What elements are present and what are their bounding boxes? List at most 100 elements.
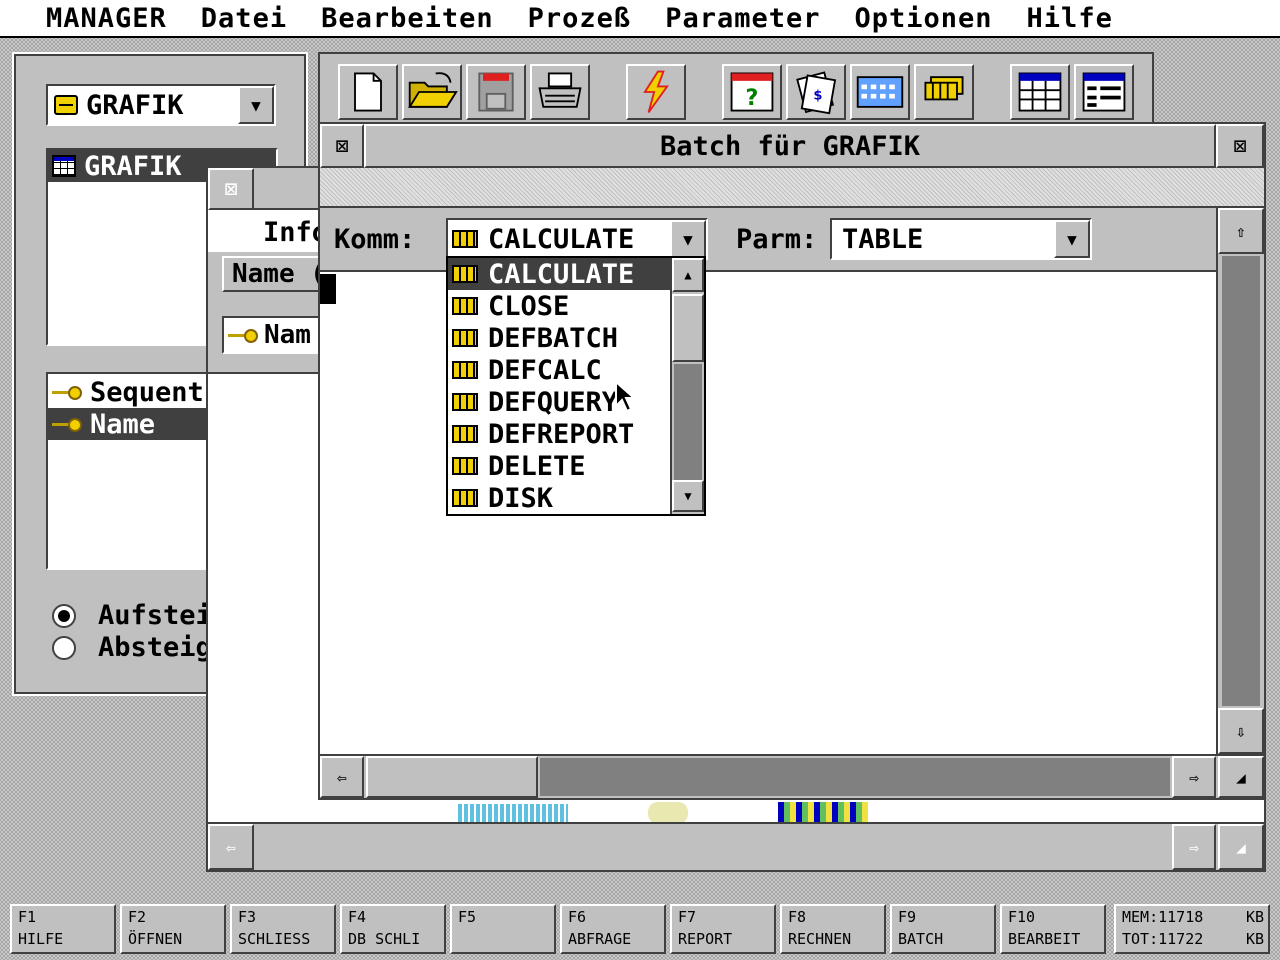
scroll-left-icon[interactable]: ⇦ — [320, 756, 364, 798]
parm-select[interactable]: TABLE ▼ — [830, 218, 1092, 260]
key-icon — [228, 329, 258, 343]
fkey-f9[interactable]: F9 BATCH — [890, 904, 996, 954]
fkey-f2[interactable]: F2 ÖFFNEN — [120, 904, 226, 954]
save-disk-icon — [478, 72, 514, 112]
fkey-f10[interactable]: F10 BEARBEIT — [1000, 904, 1106, 954]
command-item-calculate[interactable]: CALCULATE — [448, 258, 670, 290]
menu-datei[interactable]: Datei — [201, 3, 287, 34]
scroll-track[interactable] — [1222, 256, 1260, 706]
menu-bearbeiten[interactable]: Bearbeiten — [321, 3, 494, 34]
print-button[interactable] — [530, 64, 590, 120]
command-dropdown-list[interactable]: CALCULATE CLOSE DEFBATCH DEFCALC DEFQUER… — [446, 256, 706, 516]
command-item-label: DELETE — [488, 450, 586, 482]
new-button[interactable] — [338, 64, 398, 120]
batch-close-button[interactable]: ⊠ — [320, 124, 364, 168]
command-item-label: DEFBATCH — [488, 322, 619, 354]
radio-descending[interactable]: Absteig — [52, 632, 212, 663]
batch-vscrollbar[interactable]: ⇧ ⇩ — [1216, 208, 1264, 756]
radio-unselected-icon — [52, 635, 76, 660]
command-item-defreport[interactable]: DEFREPORT — [448, 418, 670, 450]
parm-select-value: TABLE — [842, 223, 924, 255]
open-button[interactable] — [402, 64, 462, 120]
fkey-f7[interactable]: F7 REPORT — [670, 904, 776, 954]
table-view-button[interactable] — [1010, 64, 1070, 120]
database-dropdown-button[interactable]: ▼ — [238, 86, 274, 124]
report-button[interactable]: $ — [786, 64, 846, 120]
svg-text:?: ? — [746, 85, 759, 111]
resize-grip-icon[interactable]: ◢ — [1218, 824, 1264, 870]
fkey-f8[interactable]: F8 RECHNEN — [780, 904, 886, 954]
scroll-right-icon[interactable]: ⇨ — [1172, 756, 1216, 798]
command-item-close[interactable]: CLOSE — [448, 290, 670, 322]
scroll-left-icon[interactable]: ⇦ — [208, 824, 254, 870]
batch-fullsize-button[interactable]: ⊠ — [1216, 124, 1264, 168]
command-item-delete[interactable]: DELETE — [448, 450, 670, 482]
info-close-button[interactable]: ⊠ — [208, 168, 254, 210]
info-key-label: Nam — [264, 320, 311, 350]
fkey-number: F7 — [678, 908, 697, 926]
menu-prozess[interactable]: Prozeß — [528, 3, 632, 34]
info-key-field[interactable]: Nam — [222, 316, 322, 354]
scroll-up-icon[interactable]: ▲ — [672, 258, 704, 292]
scroll-track[interactable] — [540, 758, 1170, 796]
scroll-up-icon[interactable]: ⇧ — [1218, 208, 1264, 254]
scroll-down-icon[interactable]: ⇩ — [1218, 708, 1264, 754]
fkey-number: F1 — [18, 908, 37, 926]
open-folder-icon — [408, 72, 458, 108]
table-icon — [52, 155, 76, 177]
batch-hscrollbar[interactable]: ⇦ ⇨ ◢ — [320, 754, 1264, 798]
command-item-defcalc[interactable]: DEFCALC — [448, 354, 670, 386]
resize-grip-icon[interactable]: ◢ — [1218, 756, 1264, 798]
menu-manager[interactable]: MANAGER — [46, 3, 167, 34]
komm-select[interactable]: CALCULATE ▼ — [446, 218, 708, 260]
menu-hilfe[interactable]: Hilfe — [1027, 3, 1113, 34]
batch-button[interactable] — [914, 64, 974, 120]
fkey-f1[interactable]: F1 HILFE — [10, 904, 116, 954]
fkey-f5[interactable]: F5 — [450, 904, 556, 954]
query-button[interactable]: ? — [722, 64, 782, 120]
command-item-label: DEFQUERY — [488, 386, 619, 418]
key-icon — [52, 418, 82, 432]
database-select[interactable]: GRAFIK ▼ — [46, 84, 276, 126]
command-list-scrollbar[interactable]: ▲ ▼ — [670, 258, 704, 514]
calculate-button[interactable] — [850, 64, 910, 120]
text-cursor — [320, 274, 336, 304]
parm-dropdown-button[interactable]: ▼ — [1054, 220, 1090, 258]
command-icon — [452, 457, 478, 475]
menu-parameter[interactable]: Parameter — [665, 3, 820, 34]
command-icon — [452, 425, 478, 443]
command-item-defbatch[interactable]: DEFBATCH — [448, 322, 670, 354]
komm-select-value: CALCULATE — [488, 223, 635, 255]
save-button[interactable] — [466, 64, 526, 120]
form-view-button[interactable] — [1074, 64, 1134, 120]
fkey-label: ABFRAGE — [568, 930, 632, 948]
database-select-value: GRAFIK — [86, 89, 184, 121]
batch-titlebar[interactable]: Batch für GRAFIK — [364, 124, 1216, 168]
fkey-number: F5 — [458, 908, 477, 926]
info-column-header[interactable]: Name ( — [222, 256, 326, 292]
info-hscrollbar[interactable]: ⇦ ⇨ ◢ — [208, 822, 1264, 870]
scroll-track[interactable] — [674, 364, 702, 480]
radio-descending-label: Absteig — [98, 632, 212, 663]
scroll-thumb[interactable] — [366, 756, 538, 798]
command-item-label: DISK — [488, 482, 554, 514]
scroll-right-icon[interactable]: ⇨ — [1172, 824, 1216, 870]
radio-ascending[interactable]: Aufstei — [52, 600, 212, 631]
command-item-disk[interactable]: DISK — [448, 482, 670, 514]
fkey-f3[interactable]: F3 SCHLIESS — [230, 904, 336, 954]
scroll-down-icon[interactable]: ▼ — [672, 480, 704, 512]
toolbar: ? $ — [318, 52, 1154, 124]
menu-optionen[interactable]: Optionen — [855, 3, 993, 34]
command-item-defquery[interactable]: DEFQUERY — [448, 386, 670, 418]
info-key-row: Nam — [208, 300, 322, 374]
radio-selected-icon — [52, 603, 76, 628]
scroll-thumb[interactable] — [672, 294, 704, 362]
command-icon — [452, 329, 478, 347]
fkey-f4[interactable]: F4 DB SCHLI — [340, 904, 446, 954]
fkey-number: F4 — [348, 908, 367, 926]
fkey-f6[interactable]: F6 ABFRAGE — [560, 904, 666, 954]
table-view-icon — [1018, 72, 1062, 112]
calculator-icon — [856, 76, 904, 108]
komm-dropdown-button[interactable]: ▼ — [670, 220, 706, 258]
execute-button[interactable] — [626, 64, 686, 120]
